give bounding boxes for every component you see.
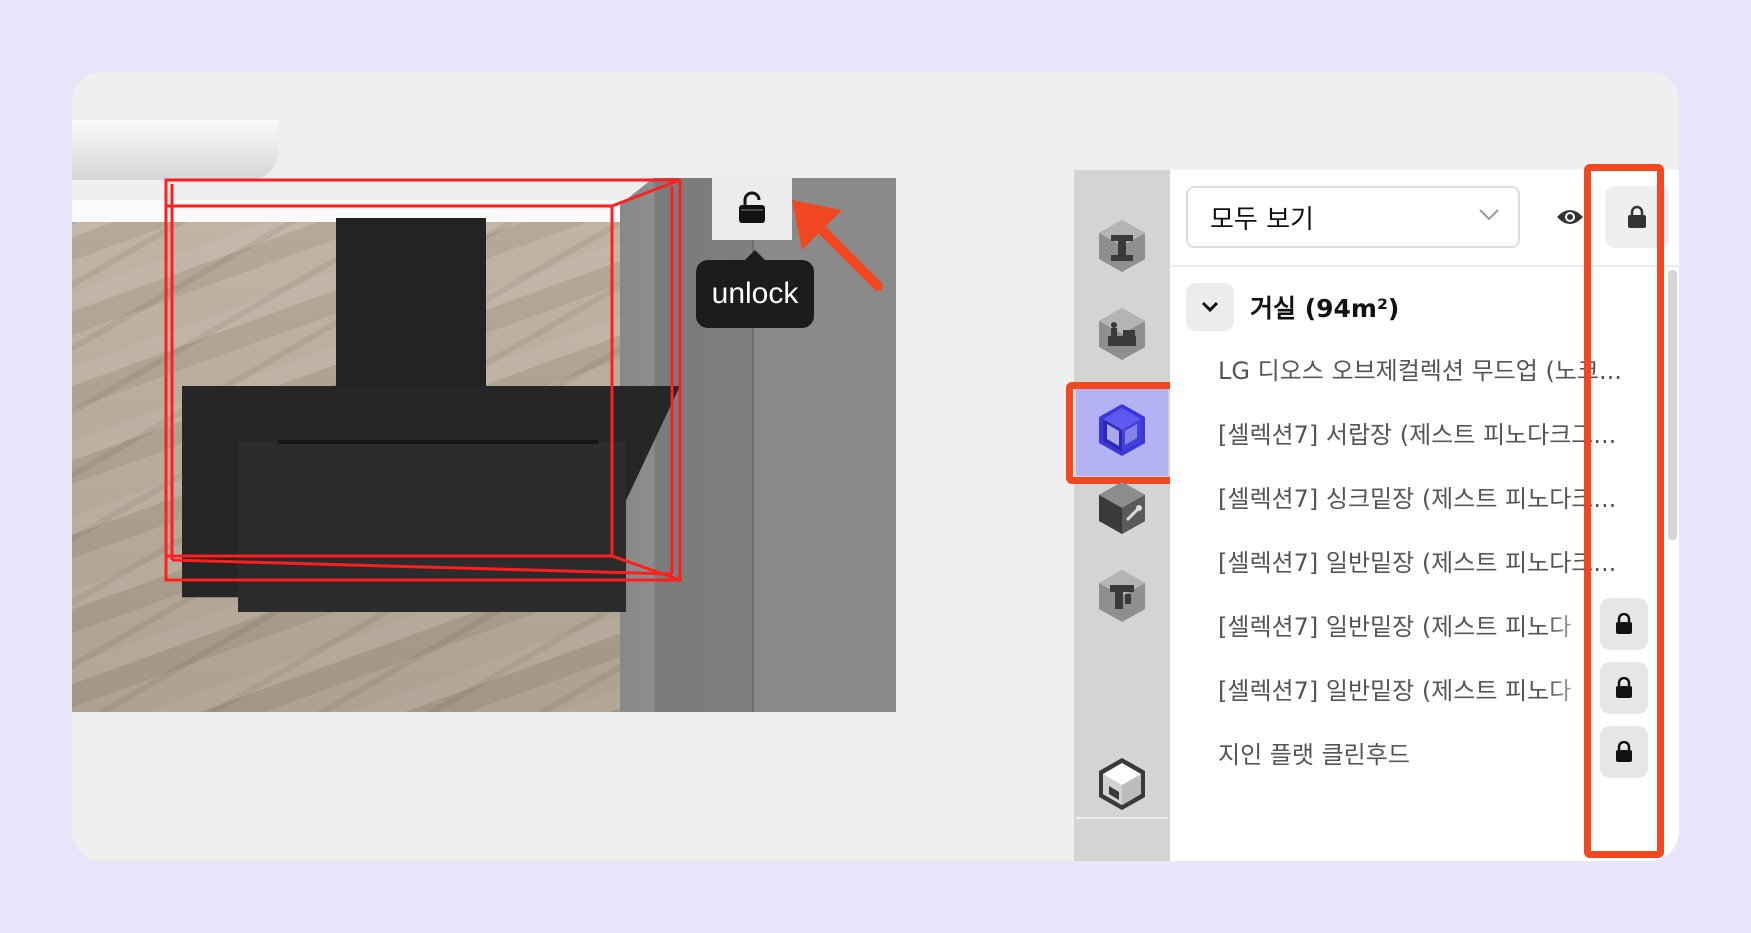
annotation-arrow [792, 200, 883, 291]
chevron-down-icon [1479, 209, 1499, 221]
3d-viewport[interactable]: unlock [72, 72, 896, 712]
screenshot-card: unlock 모두 보기 거실 (94m²) LG 디오스 오브제컬렉션 무드업… [72, 72, 1679, 861]
category-rail [1066, 170, 1178, 861]
unlocked-padlock-icon [739, 191, 765, 223]
room-icon [1099, 758, 1145, 810]
view-filter-select[interactable]: 모두 보기 [1186, 186, 1520, 248]
group-label: 거실 (94m²) [1250, 294, 1400, 323]
list-item-label: 지인 플랫 클린후드 [1218, 740, 1410, 769]
view-filter-value: 모두 보기 [1210, 204, 1314, 235]
list-item-label: [셀렉션7] 일반밑장 (제스트 피노다 [1218, 612, 1572, 641]
furniture-icon [1099, 308, 1145, 360]
list-item-label: [셀렉션7] 서랍장 (제스트 피노다크그... [1218, 420, 1617, 449]
eye-icon [1557, 210, 1583, 224]
chevron-down-icon [1201, 301, 1219, 313]
selection-bounding-box [164, 178, 682, 583]
fixture-icon [1099, 570, 1145, 622]
rail-item-room[interactable] [1074, 736, 1170, 832]
structure-icon [1099, 220, 1145, 272]
group-living-room[interactable]: 거실 (94m²) [1186, 281, 1399, 333]
object-lock-button[interactable] [712, 176, 792, 240]
list-item-label: LG 디오스 오브제컬렉션 무드업 (노크... [1218, 356, 1622, 385]
rail-item-structure[interactable] [1074, 198, 1170, 294]
rail-item-appliance[interactable] [1074, 460, 1170, 556]
list-item-label: [셀렉션7] 일반밑장 (제스트 피노다 [1218, 676, 1572, 705]
group-collapse-button[interactable] [1186, 283, 1234, 331]
appliance-icon [1099, 482, 1145, 534]
list-item-label: [셀렉션7] 일반밑장 (제스트 피노다크... [1218, 548, 1617, 577]
list-item-label: [셀렉션7] 싱크밑장 (제스트 피노다크... [1218, 484, 1617, 513]
rail-item-fixture[interactable] [1074, 548, 1170, 644]
lock-column-annotation-box [1584, 164, 1664, 858]
list-scrollbar[interactable] [1668, 270, 1677, 540]
rail-item-furniture[interactable] [1074, 286, 1170, 382]
